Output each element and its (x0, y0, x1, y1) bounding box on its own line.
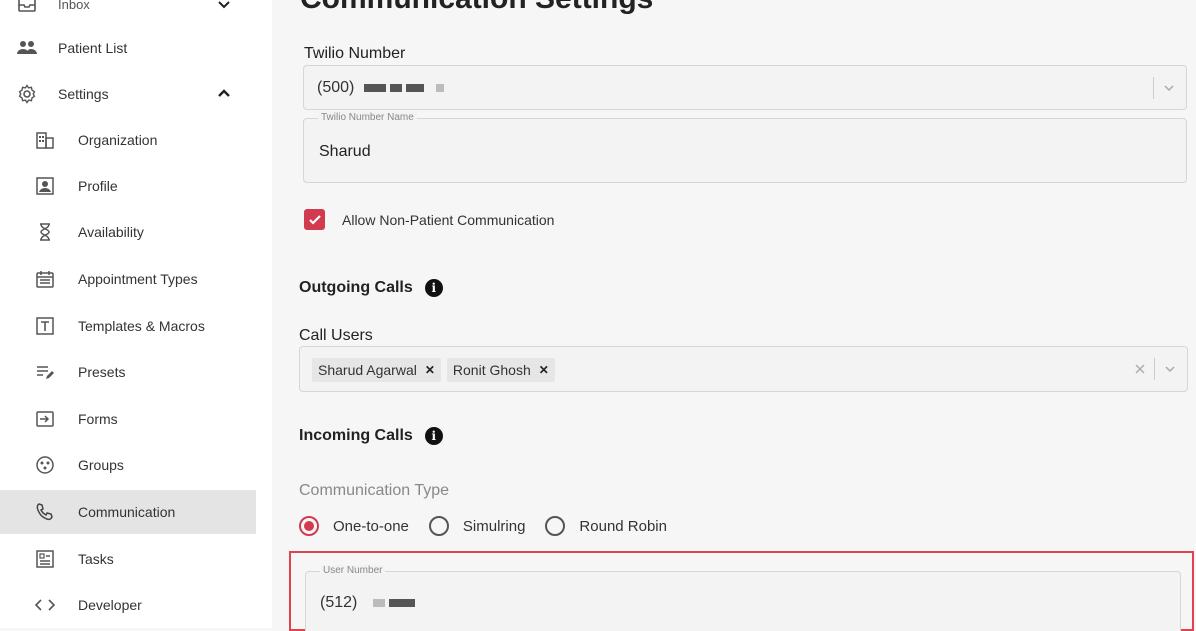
hourglass-icon (34, 221, 56, 243)
incoming-calls-text: Incoming Calls (299, 427, 413, 444)
sidebar-item-label: Settings (58, 86, 109, 102)
sidebar-item-templates-macros[interactable]: Templates & Macros (0, 304, 256, 348)
radio-option-simulring[interactable]: Simulring (428, 516, 526, 536)
sidebar-item-availability[interactable]: Availability (0, 210, 256, 254)
sidebar-item-label: Forms (78, 411, 118, 427)
allow-non-patient-checkbox[interactable] (304, 209, 325, 230)
radio-selected-icon[interactable] (299, 516, 319, 536)
sidebar-item-appointment-types[interactable]: Appointment Types (0, 257, 256, 301)
calendar-icon (34, 268, 56, 290)
chip-label: Ronit Ghosh (452, 362, 531, 378)
code-icon (34, 594, 56, 616)
chevron-up-icon[interactable] (214, 84, 234, 104)
sidebar-item-label: Groups (78, 457, 124, 473)
remove-chip-icon[interactable]: ✕ (425, 363, 435, 377)
call-users-label: Call Users (299, 327, 373, 344)
sidebar-item-forms[interactable]: Forms (0, 397, 256, 441)
clear-icon[interactable] (1134, 363, 1146, 375)
check-icon (308, 214, 321, 225)
redacted-number (373, 599, 419, 607)
allow-non-patient-label: Allow Non-Patient Communication (342, 211, 555, 228)
radio-label: One-to-one (333, 517, 409, 535)
sidebar-item-label: Inbox (58, 0, 90, 12)
gear-icon (16, 83, 38, 105)
twilio-number-name-field[interactable]: Twilio Number Name Sharud (303, 112, 1187, 183)
sidebar-item-label: Developer (78, 597, 142, 613)
form-input-icon (34, 408, 56, 430)
twilio-number-select[interactable]: (500) (303, 65, 1187, 110)
twilio-number-prefix: (500) (317, 79, 355, 96)
template-icon (34, 315, 56, 337)
incoming-calls-title: Incoming Calls i (299, 427, 443, 445)
radio-label: Round Robin (579, 517, 667, 535)
phone-icon (34, 501, 56, 523)
call-user-chip: Sharud Agarwal ✕ (312, 358, 441, 382)
twilio-number-label: Twilio Number (304, 45, 406, 62)
profile-card-icon (34, 175, 56, 197)
sidebar-item-label: Presets (78, 364, 126, 380)
sidebar-item-label: Templates & Macros (78, 318, 205, 334)
twilio-number-name-value: Sharud (319, 143, 371, 160)
people-icon (16, 37, 38, 59)
sidebar-item-developer[interactable]: Developer (0, 583, 256, 627)
communication-type-radio-group: One-to-one Simulring Round Robin (299, 516, 687, 536)
sidebar-item-patient-list[interactable]: Patient List (0, 26, 256, 70)
sidebar-item-settings[interactable]: Settings (0, 72, 256, 116)
radio-option-one-to-one[interactable]: One-to-one (299, 516, 409, 536)
chevron-down-icon[interactable] (214, 0, 234, 14)
list-edit-icon (34, 361, 56, 383)
sidebar-item-label: Appointment Types (78, 271, 198, 287)
info-icon[interactable]: i (424, 279, 443, 297)
sidebar-item-communication[interactable]: Communication (0, 490, 256, 534)
user-number-prefix: (512) (320, 594, 358, 611)
building-icon (34, 129, 56, 151)
sidebar-item-label: Patient List (58, 40, 128, 56)
redacted-number (364, 84, 448, 92)
radio-label: Simulring (462, 517, 526, 535)
page-title: Communication Settings (300, 0, 653, 16)
call-users-select[interactable]: Sharud Agarwal ✕ Ronit Ghosh ✕ (299, 346, 1188, 392)
info-icon[interactable]: i (424, 427, 443, 445)
twilio-number-name-legend: Twilio Number Name (318, 112, 417, 123)
user-number-field[interactable]: User Number (512) (305, 565, 1181, 631)
groups-icon (34, 454, 56, 476)
radio-unselected-icon[interactable] (545, 516, 566, 536)
sidebar-item-presets[interactable]: Presets (0, 350, 256, 394)
call-user-chip: Ronit Ghosh ✕ (446, 358, 555, 382)
user-number-legend: User Number (320, 565, 386, 576)
sidebar-item-groups[interactable]: Groups (0, 443, 256, 487)
sidebar: Inbox Patient List Settings Organization… (0, 0, 272, 628)
sidebar-item-label: Communication (78, 504, 176, 520)
outgoing-calls-text: Outgoing Calls (299, 279, 413, 296)
chip-label: Sharud Agarwal (318, 362, 417, 378)
inbox-icon (16, 0, 38, 15)
sidebar-item-label: Availability (78, 224, 144, 240)
sidebar-item-inbox[interactable]: Inbox (0, 0, 256, 26)
radio-option-round-robin[interactable]: Round Robin (545, 516, 667, 536)
communication-type-label: Communication Type (299, 482, 449, 499)
allow-non-patient-row: Allow Non-Patient Communication (304, 209, 554, 230)
sidebar-item-organization[interactable]: Organization (0, 118, 256, 162)
sidebar-item-label: Tasks (78, 551, 114, 567)
tasks-icon (34, 548, 56, 570)
outgoing-calls-title: Outgoing Calls i (299, 279, 443, 297)
sidebar-item-label: Organization (78, 132, 158, 148)
sidebar-item-profile[interactable]: Profile (0, 164, 256, 208)
chevron-down-icon[interactable] (1163, 362, 1177, 376)
radio-unselected-icon[interactable] (428, 516, 449, 536)
remove-chip-icon[interactable]: ✕ (539, 363, 549, 377)
sidebar-item-tasks[interactable]: Tasks (0, 537, 256, 581)
sidebar-item-label: Profile (78, 178, 118, 194)
chevron-down-icon[interactable] (1162, 81, 1176, 95)
